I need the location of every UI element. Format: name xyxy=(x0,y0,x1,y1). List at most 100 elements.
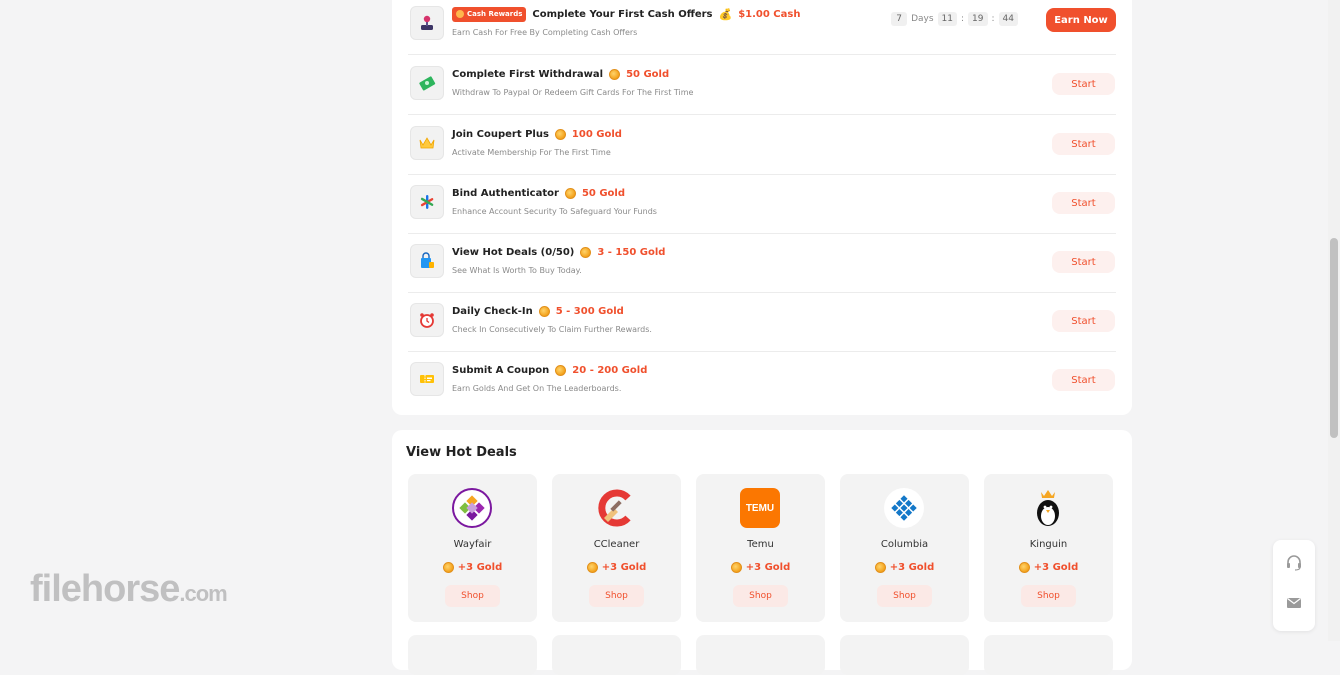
page-scrollbar[interactable] xyxy=(1328,0,1340,641)
dollar-coin-icon xyxy=(456,10,464,18)
earn-now-button[interactable]: Earn Now xyxy=(1046,8,1116,32)
store-gold-label: +3 Gold xyxy=(889,562,935,573)
store-card-partial[interactable] xyxy=(552,635,681,675)
task-description: Earn Golds And Get On The Leaderboards. xyxy=(452,384,622,393)
store-card-wayfair[interactable]: Wayfair +3 Gold Shop xyxy=(408,474,537,622)
start-button[interactable]: Start xyxy=(1052,73,1115,95)
task-title-line: Bind Authenticator 50 Gold xyxy=(452,185,625,201)
task-row-authenticator: Bind Authenticator 50 Gold Enhance Accou… xyxy=(408,174,1116,234)
money-icon xyxy=(410,66,444,100)
cash-rewards-badge: Cash Rewards xyxy=(452,6,527,22)
task-title-line: Complete First Withdrawal 50 Gold xyxy=(452,66,669,82)
scrollbar-thumb[interactable] xyxy=(1330,238,1338,438)
gold-coin-icon xyxy=(555,364,567,376)
crown-icon xyxy=(410,126,444,160)
gold-coin-icon xyxy=(609,68,621,80)
task-reward: 50 Gold xyxy=(581,187,625,199)
start-button[interactable]: Start xyxy=(1052,369,1115,391)
task-title: Complete First Withdrawal xyxy=(452,68,604,80)
countdown-timer: 7 Days 11 : 19 : 44 xyxy=(891,12,1018,26)
store-gold: +3 Gold xyxy=(552,562,681,573)
store-gold: +3 Gold xyxy=(696,562,825,573)
task-title-line: Daily Check-In 5 - 300 Gold xyxy=(452,303,624,319)
gold-coin-icon xyxy=(1018,562,1030,573)
store-card-partial[interactable] xyxy=(408,635,537,675)
countdown-hours: 11 xyxy=(937,12,957,26)
task-description: Enhance Account Security To Safeguard Yo… xyxy=(452,207,657,216)
store-card-columbia[interactable]: Columbia +3 Gold Shop xyxy=(840,474,969,622)
store-card-ccleaner[interactable]: CCleaner +3 Gold Shop xyxy=(552,474,681,622)
store-name: Columbia xyxy=(880,539,929,550)
store-gold-label: +3 Gold xyxy=(601,562,647,573)
task-reward: 100 Gold xyxy=(571,128,622,140)
kinguin-logo-icon xyxy=(1028,488,1068,528)
store-card-partial[interactable] xyxy=(984,635,1113,675)
store-gold-label: +3 Gold xyxy=(1033,562,1079,573)
hot-deals-title: View Hot Deals xyxy=(406,445,517,460)
task-title-line: View Hot Deals (0/50) 3 - 150 Gold xyxy=(452,244,665,260)
gold-coin-icon xyxy=(730,562,742,573)
store-gold-label: +3 Gold xyxy=(745,562,791,573)
task-title: Submit A Coupon xyxy=(452,364,550,376)
task-title: Join Coupert Plus xyxy=(452,128,549,140)
gold-coin-icon xyxy=(554,128,566,140)
gold-coin-icon xyxy=(580,246,592,258)
joystick-icon xyxy=(410,6,444,40)
shop-button[interactable]: Shop xyxy=(733,585,788,607)
headset-support-icon[interactable] xyxy=(1285,554,1303,572)
ccleaner-logo-icon xyxy=(596,488,636,528)
shop-button[interactable]: Shop xyxy=(1021,585,1076,607)
store-card-kinguin[interactable]: Kinguin +3 Gold Shop xyxy=(984,474,1113,622)
store-name: Kinguin xyxy=(1029,539,1068,550)
mail-icon[interactable] xyxy=(1285,594,1303,612)
shop-button[interactable]: Shop xyxy=(877,585,932,607)
task-title: Bind Authenticator xyxy=(452,187,559,199)
watermark-brand: filehorse xyxy=(30,568,180,610)
task-title: Complete Your First Cash Offers xyxy=(532,8,713,20)
tasks-panel: Cash Rewards Complete Your First Cash Of… xyxy=(392,0,1132,415)
shop-button[interactable]: Shop xyxy=(589,585,644,607)
countdown-minutes: 19 xyxy=(968,12,988,26)
task-reward: 20 - 200 Gold xyxy=(572,364,648,376)
gold-coin-icon xyxy=(586,562,598,573)
countdown-days-label: Days xyxy=(911,14,934,24)
countdown-seconds: 44 xyxy=(998,12,1018,26)
columbia-logo-icon xyxy=(884,488,924,528)
task-row-submit-coupon: Submit A Coupon 20 - 200 Gold Earn Golds… xyxy=(408,351,1116,410)
countdown-separator: : xyxy=(991,14,995,24)
store-card-partial[interactable] xyxy=(696,635,825,675)
task-reward: 50 Gold xyxy=(626,68,670,80)
start-button[interactable]: Start xyxy=(1052,133,1115,155)
task-title-line: Join Coupert Plus 100 Gold xyxy=(452,126,622,142)
task-description: Check In Consecutively To Claim Further … xyxy=(452,325,652,334)
gold-coin-icon xyxy=(874,562,886,573)
alarm-clock-icon xyxy=(410,303,444,337)
authenticator-icon xyxy=(410,185,444,219)
task-title-line: Cash Rewards Complete Your First Cash Of… xyxy=(452,6,800,22)
start-button[interactable]: Start xyxy=(1052,310,1115,332)
filehorse-watermark: filehorse.com xyxy=(30,568,228,611)
gold-coin-icon xyxy=(442,562,454,573)
store-name: Temu xyxy=(747,539,774,550)
task-title-line: Submit A Coupon 20 - 200 Gold xyxy=(452,362,647,378)
support-widget xyxy=(1273,540,1315,631)
task-reward: 3 - 150 Gold xyxy=(597,246,666,258)
task-row-coupert-plus: Join Coupert Plus 100 Gold Activate Memb… xyxy=(408,115,1116,175)
temu-logo-text: TEMU xyxy=(745,502,775,514)
coupon-icon xyxy=(410,362,444,396)
task-row-daily-check-in: Daily Check-In 5 - 300 Gold Check In Con… xyxy=(408,292,1116,352)
task-reward: 5 - 300 Gold xyxy=(555,305,624,317)
gold-coin-icon xyxy=(564,187,576,199)
start-button[interactable]: Start xyxy=(1052,251,1115,273)
watermark-suffix: .com xyxy=(179,581,227,606)
store-gold: +3 Gold xyxy=(840,562,969,573)
task-row-hot-deals: View Hot Deals (0/50) 3 - 150 Gold See W… xyxy=(408,233,1116,293)
store-card-partial[interactable] xyxy=(840,635,969,675)
task-title: View Hot Deals (0/50) xyxy=(452,246,575,258)
countdown-separator: : xyxy=(961,14,965,24)
shopping-bag-icon xyxy=(410,244,444,278)
wayfair-logo-icon xyxy=(452,488,492,528)
store-card-temu[interactable]: TEMU Temu +3 Gold Shop xyxy=(696,474,825,622)
start-button[interactable]: Start xyxy=(1052,192,1115,214)
shop-button[interactable]: Shop xyxy=(445,585,500,607)
